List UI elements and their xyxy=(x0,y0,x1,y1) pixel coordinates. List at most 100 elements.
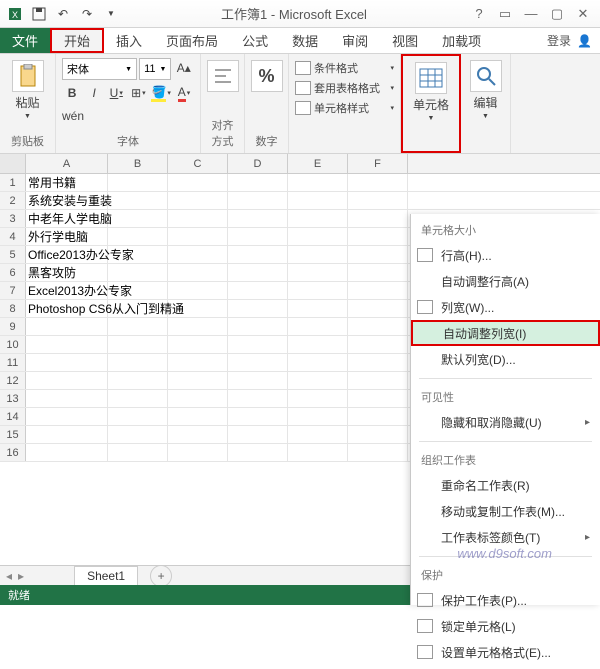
user-icon[interactable]: 👤 xyxy=(577,34,592,48)
cell[interactable] xyxy=(348,300,408,317)
cell[interactable] xyxy=(348,192,408,209)
cell[interactable] xyxy=(288,372,348,389)
cell[interactable] xyxy=(348,264,408,281)
cell[interactable] xyxy=(228,318,288,335)
login-link[interactable]: 登录 xyxy=(547,32,571,49)
cell[interactable] xyxy=(108,354,168,371)
cells-button[interactable]: 单元格 ▼ xyxy=(411,60,451,124)
cell[interactable] xyxy=(288,174,348,191)
menu-hide-unhide[interactable]: 隐藏和取消隐藏(U)▸ xyxy=(411,409,600,435)
cell[interactable] xyxy=(288,300,348,317)
cell[interactable] xyxy=(288,210,348,227)
italic-button[interactable]: I xyxy=(84,83,104,103)
fill-color-button[interactable]: 🪣▾ xyxy=(150,83,171,103)
cell[interactable] xyxy=(108,192,168,209)
cell[interactable] xyxy=(168,246,228,263)
editing-button[interactable]: 编辑 ▼ xyxy=(468,58,504,122)
cell[interactable] xyxy=(108,174,168,191)
save-icon[interactable] xyxy=(28,4,50,24)
cell[interactable]: 外行学电脑 xyxy=(26,228,108,245)
cell[interactable] xyxy=(348,174,408,191)
cell[interactable] xyxy=(168,210,228,227)
cell[interactable] xyxy=(288,354,348,371)
tab-file[interactable]: 文件 xyxy=(0,28,50,53)
tab-addins[interactable]: 加载项 xyxy=(430,28,493,53)
cell[interactable] xyxy=(348,318,408,335)
cell[interactable] xyxy=(168,426,228,443)
menu-row-height[interactable]: 行高(H)... xyxy=(411,242,600,268)
cell[interactable]: 黑客攻防 xyxy=(26,264,108,281)
cell[interactable] xyxy=(228,228,288,245)
minimize-icon[interactable]: — xyxy=(522,5,540,23)
row-header[interactable]: 1 xyxy=(0,174,26,191)
row-header[interactable]: 3 xyxy=(0,210,26,227)
cell[interactable] xyxy=(348,246,408,263)
row-header[interactable]: 5 xyxy=(0,246,26,263)
row-header[interactable]: 15 xyxy=(0,426,26,443)
col-header-a[interactable]: A xyxy=(26,154,108,173)
cell[interactable] xyxy=(348,372,408,389)
cell[interactable] xyxy=(26,444,108,461)
cell[interactable] xyxy=(348,444,408,461)
cell[interactable] xyxy=(108,390,168,407)
cell[interactable] xyxy=(348,210,408,227)
col-header-b[interactable]: B xyxy=(108,154,168,173)
tab-layout[interactable]: 页面布局 xyxy=(154,28,230,53)
sheet-nav-first-icon[interactable]: ◂ xyxy=(6,569,12,583)
cell[interactable] xyxy=(108,318,168,335)
cell[interactable] xyxy=(168,264,228,281)
cell[interactable] xyxy=(26,372,108,389)
row-header[interactable]: 6 xyxy=(0,264,26,281)
cell[interactable] xyxy=(348,282,408,299)
tab-review[interactable]: 审阅 xyxy=(330,28,380,53)
font-name-select[interactable]: 宋体▼ xyxy=(62,58,137,80)
tab-formulas[interactable]: 公式 xyxy=(230,28,280,53)
cell[interactable] xyxy=(228,300,288,317)
cell[interactable] xyxy=(168,318,228,335)
cell[interactable] xyxy=(288,264,348,281)
increase-font-icon[interactable]: A▴ xyxy=(173,58,194,78)
cell[interactable] xyxy=(26,354,108,371)
tab-insert[interactable]: 插入 xyxy=(104,28,154,53)
font-size-select[interactable]: 11▼ xyxy=(139,58,171,80)
tab-data[interactable]: 数据 xyxy=(280,28,330,53)
tab-home[interactable]: 开始 xyxy=(50,28,104,53)
menu-lock-cell[interactable]: 锁定单元格(L) xyxy=(411,613,600,639)
cell[interactable] xyxy=(288,192,348,209)
cell[interactable] xyxy=(228,336,288,353)
cell[interactable] xyxy=(228,426,288,443)
cell[interactable] xyxy=(168,372,228,389)
row-header[interactable]: 13 xyxy=(0,390,26,407)
cell[interactable] xyxy=(228,282,288,299)
row-header[interactable]: 9 xyxy=(0,318,26,335)
cell[interactable]: 常用书籍 xyxy=(26,174,108,191)
cell[interactable] xyxy=(168,192,228,209)
cell[interactable] xyxy=(288,426,348,443)
tab-view[interactable]: 视图 xyxy=(380,28,430,53)
font-color-button[interactable]: A▾ xyxy=(174,83,194,103)
ribbon-options-icon[interactable]: ▭ xyxy=(496,5,514,23)
cell[interactable] xyxy=(228,372,288,389)
cell[interactable] xyxy=(228,444,288,461)
cell[interactable] xyxy=(288,318,348,335)
redo-icon[interactable]: ↷ xyxy=(76,4,98,24)
cell[interactable] xyxy=(108,444,168,461)
cell[interactable] xyxy=(288,336,348,353)
cell[interactable] xyxy=(26,336,108,353)
cell[interactable] xyxy=(108,210,168,227)
menu-format-cells[interactable]: 设置单元格格式(E)... xyxy=(411,639,600,665)
cell[interactable] xyxy=(168,408,228,425)
cell[interactable] xyxy=(228,246,288,263)
cell[interactable] xyxy=(348,408,408,425)
row-header[interactable]: 16 xyxy=(0,444,26,461)
sheet-nav-last-icon[interactable]: ▸ xyxy=(18,569,24,583)
cell[interactable] xyxy=(288,282,348,299)
qa-dropdown-icon[interactable]: ▼ xyxy=(100,4,122,24)
row-header[interactable]: 2 xyxy=(0,192,26,209)
help-icon[interactable]: ? xyxy=(470,5,488,23)
number-button[interactable]: % xyxy=(249,58,285,94)
cell[interactable] xyxy=(168,354,228,371)
cell[interactable]: Excel2013办公专家 xyxy=(26,282,108,299)
cell[interactable] xyxy=(168,336,228,353)
cell[interactable] xyxy=(168,228,228,245)
